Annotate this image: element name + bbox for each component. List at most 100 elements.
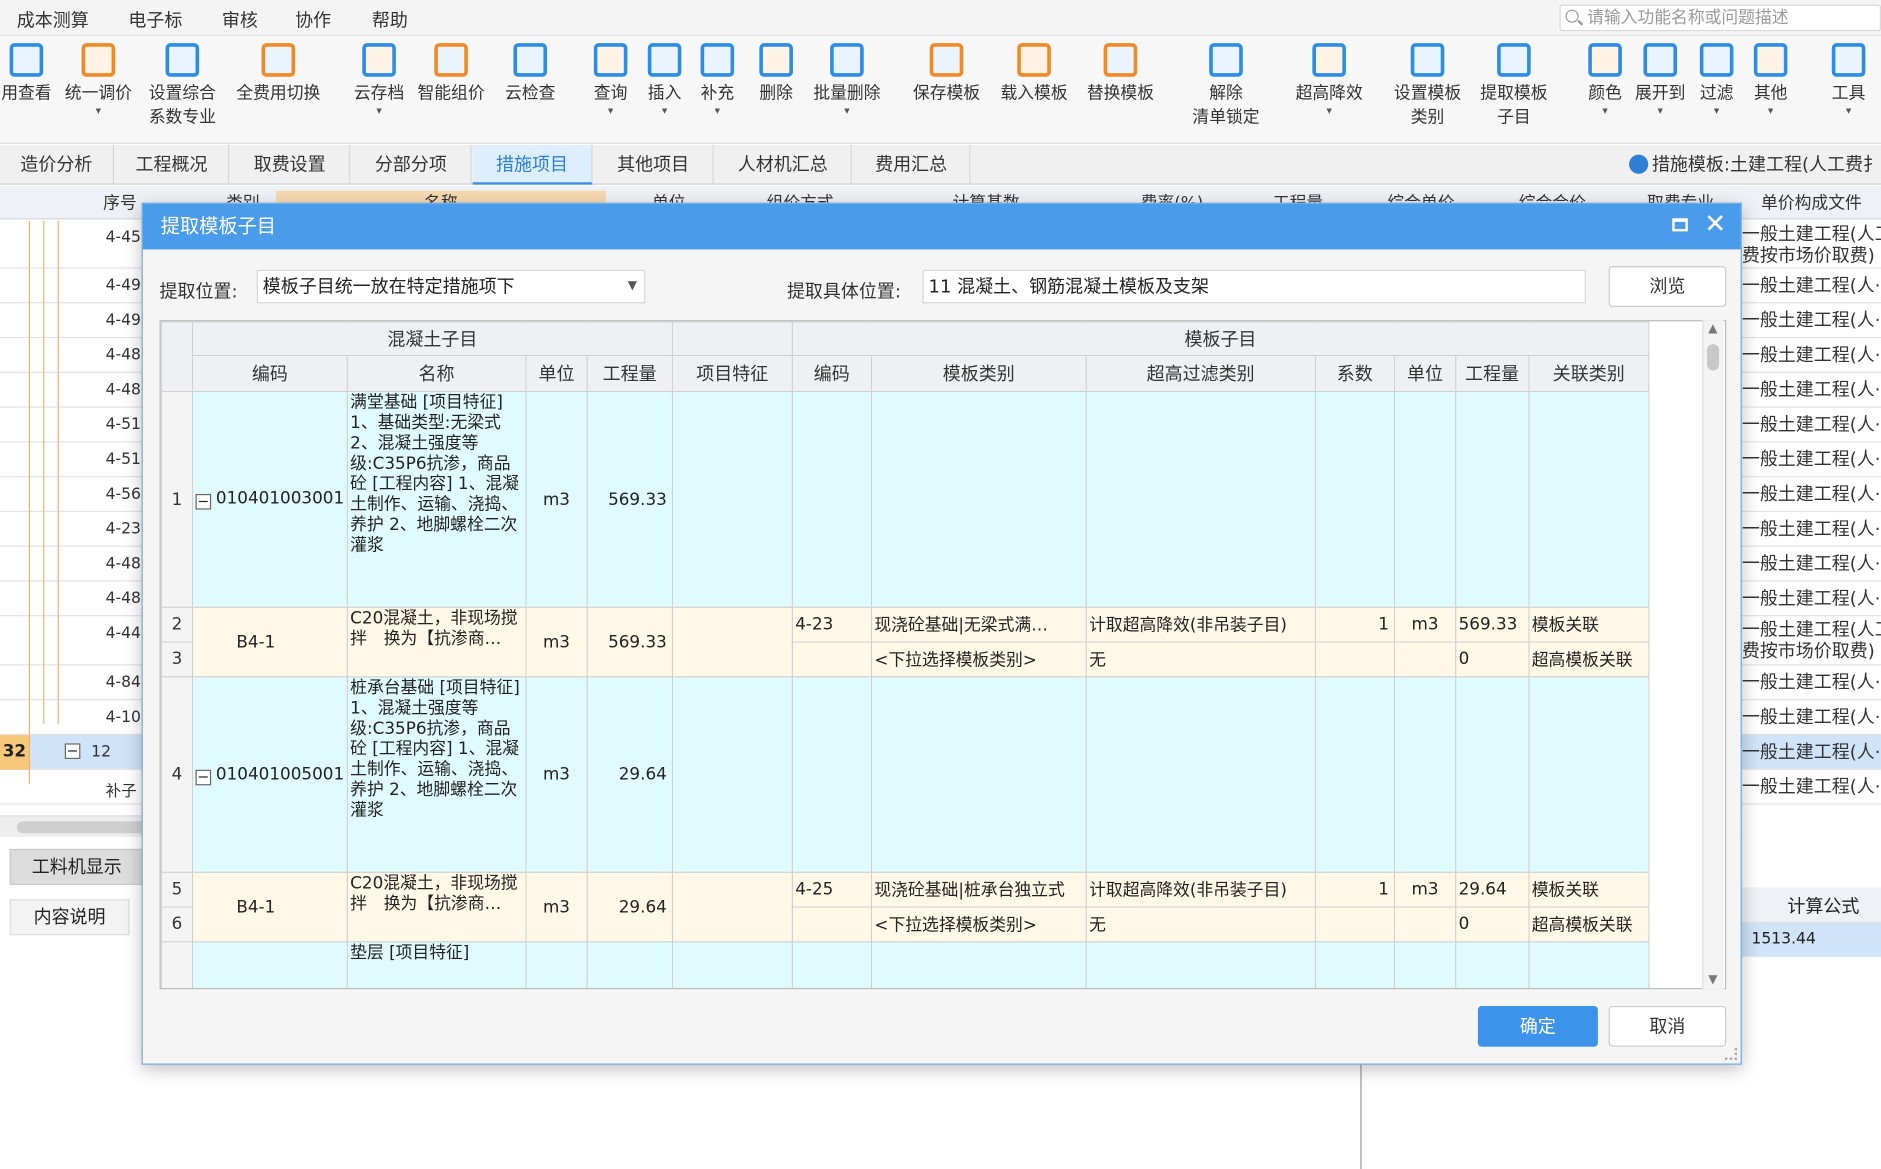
toolbar-button-14[interactable]: 替换模板 bbox=[1072, 41, 1168, 106]
price-file-cell[interactable]: 一般土建工程(人· bbox=[1742, 735, 1881, 769]
template-code[interactable]: 4-23 bbox=[791, 606, 872, 643]
height-filter[interactable] bbox=[1085, 390, 1316, 608]
toolbar-button-11[interactable]: 批量删除 ▾ bbox=[799, 41, 895, 118]
tab-content-desc[interactable]: 内容说明 bbox=[9, 899, 130, 936]
collapse-icon[interactable]: − bbox=[195, 769, 212, 785]
search-input[interactable]: 请输入功能名称或问题描述 bbox=[1559, 4, 1881, 32]
project-feature[interactable] bbox=[671, 941, 793, 988]
template-qty[interactable]: 0 bbox=[1454, 906, 1530, 943]
relation-type[interactable]: 模板关联 bbox=[1528, 606, 1650, 643]
price-file-cell[interactable]: 一般土建工程(人· bbox=[1742, 373, 1881, 407]
template-code[interactable] bbox=[791, 941, 872, 988]
price-file-cell[interactable]: 一般土建工程(人· bbox=[1742, 442, 1881, 476]
price-file-cell[interactable]: 一般土建工程(人· bbox=[1742, 547, 1881, 581]
template-unit[interactable] bbox=[1393, 941, 1457, 988]
template-type[interactable]: 现浇砼基础|桩承台独立式 bbox=[870, 871, 1087, 908]
col-header[interactable]: 名称 bbox=[346, 354, 527, 393]
collapse-icon[interactable]: − bbox=[195, 494, 212, 510]
tab-3[interactable]: 分部分项 bbox=[351, 145, 472, 185]
project-feature[interactable] bbox=[671, 390, 793, 608]
coefficient[interactable] bbox=[1314, 676, 1396, 873]
height-filter[interactable]: 计取超高降效(非吊装子目) bbox=[1085, 871, 1316, 908]
col-header[interactable]: 关联类别 bbox=[1528, 354, 1650, 393]
resize-grip[interactable] bbox=[1725, 1047, 1738, 1060]
height-filter[interactable]: 计取超高降效(非吊装子目) bbox=[1085, 606, 1316, 643]
price-file-cell[interactable]: 一般土建工程(人· bbox=[1742, 770, 1881, 804]
concrete-code[interactable] bbox=[191, 941, 348, 988]
col-header[interactable]: 超高过滤类别 bbox=[1085, 354, 1316, 393]
toolbar-button-1[interactable]: 统一调价 ▾ bbox=[50, 41, 146, 118]
height-filter[interactable]: 无 bbox=[1085, 906, 1316, 943]
table-row[interactable]: 2 B4-1 C20混凝土，非现场搅拌 换为【抗渗商… m3 569.33 4-23 现浇砼… bbox=[160, 606, 1650, 678]
table-row[interactable]: 垫层 [项目特征] bbox=[160, 941, 1650, 988]
ok-button[interactable]: 确定 bbox=[1477, 1005, 1598, 1047]
template-code[interactable] bbox=[791, 390, 872, 608]
concrete-unit[interactable]: m3 bbox=[525, 871, 588, 943]
collapse-icon[interactable]: − bbox=[64, 743, 81, 759]
table-row[interactable]: 1−010401003001 满堂基础 [项目特征] 1、基础类型:无梁式 2、混… bbox=[160, 390, 1650, 608]
template-code[interactable]: 4-25 bbox=[791, 871, 872, 908]
concrete-code[interactable]: B4-1 bbox=[191, 606, 348, 678]
table-row[interactable]: 4−010401005001 桩承台基础 [项目特征] 1、混凝土强度等级:C35… bbox=[160, 676, 1650, 873]
relation-type[interactable]: 超高模板关联 bbox=[1528, 641, 1650, 678]
template-type[interactable]: 现浇砼基础|无梁式满… bbox=[870, 606, 1087, 643]
price-file-cell[interactable]: 一般土建工程(人· bbox=[1742, 338, 1881, 372]
template-unit[interactable]: m3 bbox=[1393, 606, 1457, 643]
project-feature[interactable] bbox=[671, 606, 793, 678]
height-filter[interactable] bbox=[1085, 676, 1316, 873]
col-header[interactable]: 系数 bbox=[1314, 354, 1396, 393]
coefficient[interactable] bbox=[1314, 906, 1396, 943]
tab-2[interactable]: 取费设置 bbox=[230, 145, 351, 185]
template-type[interactable] bbox=[870, 941, 1087, 988]
concrete-unit[interactable]: m3 bbox=[525, 606, 588, 678]
tab-7[interactable]: 费用汇总 bbox=[853, 145, 971, 185]
concrete-name[interactable]: 桩承台基础 [项目特征] 1、混凝土强度等级:C35P6抗渗，商品砼 [工程内容… bbox=[346, 676, 527, 873]
price-file-cell[interactable]: 一般土建工程(人· bbox=[1742, 303, 1881, 337]
template-type[interactable] bbox=[870, 390, 1087, 608]
concrete-unit[interactable] bbox=[525, 941, 588, 988]
coefficient[interactable] bbox=[1314, 641, 1396, 678]
col-header[interactable]: 模板类别 bbox=[870, 354, 1087, 393]
template-unit[interactable] bbox=[1393, 390, 1457, 608]
cancel-button[interactable]: 取消 bbox=[1608, 1005, 1727, 1047]
tab-6[interactable]: 人材机汇总 bbox=[715, 145, 852, 185]
detail-position-field[interactable]: 11 混凝土、钢筋混凝土模板及支架 bbox=[922, 269, 1586, 304]
tab-4[interactable]: 措施项目 bbox=[472, 145, 593, 185]
tab-material-display[interactable]: 工料机显示 bbox=[9, 848, 144, 885]
col-header[interactable]: 编码 bbox=[191, 354, 348, 393]
template-qty[interactable] bbox=[1454, 941, 1530, 988]
height-filter[interactable]: 无 bbox=[1085, 641, 1316, 678]
browse-button[interactable]: 浏览 bbox=[1608, 266, 1727, 307]
coefficient[interactable] bbox=[1314, 390, 1396, 608]
concrete-qty[interactable]: 569.33 bbox=[586, 606, 673, 678]
concrete-unit[interactable]: m3 bbox=[525, 676, 588, 873]
relation-type[interactable] bbox=[1528, 676, 1650, 873]
concrete-name[interactable]: C20混凝土，非现场搅拌 换为【抗渗商… bbox=[346, 871, 527, 943]
concrete-code[interactable]: B4-1 bbox=[191, 871, 348, 943]
concrete-name[interactable]: 满堂基础 [项目特征] 1、基础类型:无梁式 2、混凝土强度等级:C35P6抗渗… bbox=[346, 390, 527, 608]
price-file-cell[interactable]: 一般土建工程(人· bbox=[1742, 700, 1881, 734]
toolbar-button-15[interactable]: 解除 清单锁定 bbox=[1178, 41, 1274, 130]
coefficient[interactable] bbox=[1314, 941, 1396, 988]
coefficient[interactable]: 1 bbox=[1314, 871, 1396, 908]
column-header[interactable]: 单价构成文件 bbox=[1742, 191, 1881, 215]
height-filter[interactable] bbox=[1085, 941, 1316, 988]
price-file-cell[interactable]: 一般土建工程(人· bbox=[1742, 582, 1881, 616]
relation-type[interactable]: 超高模板关联 bbox=[1528, 906, 1650, 943]
position-select[interactable]: 模板子目统一放在特定措施项下 ▼ bbox=[256, 269, 646, 304]
price-file-cell[interactable]: 一般土建工程(人· bbox=[1742, 477, 1881, 511]
concrete-qty[interactable]: 569.33 bbox=[586, 390, 673, 608]
menu-item-help[interactable]: 帮助 bbox=[372, 7, 408, 32]
price-file-cell[interactable]: 一般土建工程(人· bbox=[1742, 512, 1881, 546]
template-code[interactable] bbox=[791, 676, 872, 873]
toolbar-button-23[interactable]: 工具 ▾ bbox=[1801, 41, 1881, 118]
maximize-icon[interactable] bbox=[1672, 218, 1688, 232]
concrete-code[interactable]: −010401003001 bbox=[191, 390, 348, 608]
price-file-cell[interactable]: 一般土建工程(人· bbox=[1742, 665, 1881, 699]
concrete-qty[interactable]: 29.64 bbox=[586, 871, 673, 943]
template-qty[interactable] bbox=[1454, 676, 1530, 873]
toolbar-button-16[interactable]: 超高降效 ▾ bbox=[1281, 41, 1377, 118]
template-qty[interactable]: 569.33 bbox=[1454, 606, 1530, 643]
concrete-name[interactable]: C20混凝土，非现场搅拌 换为【抗渗商… bbox=[346, 606, 527, 678]
template-code[interactable] bbox=[791, 906, 872, 943]
